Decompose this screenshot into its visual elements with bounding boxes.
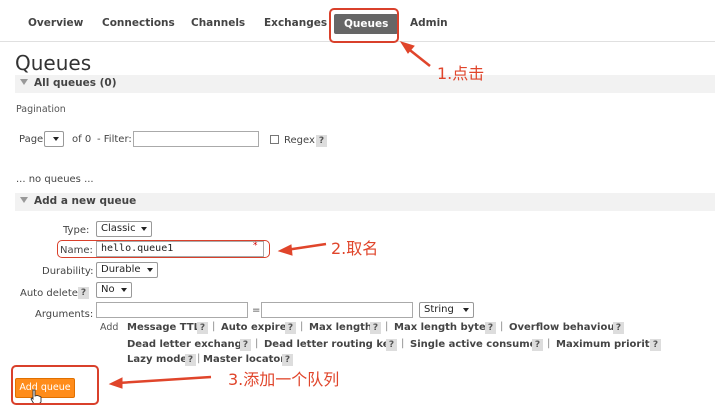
annotation-step1: 1.点击: [437, 64, 485, 83]
annotation-step2: 2.取名: [331, 239, 379, 258]
arrow-3-head: [108, 377, 123, 389]
arrow-2-head: [277, 244, 293, 256]
annotation-step3: 3.添加一个队列: [228, 370, 340, 389]
arrow-2-line: [285, 242, 327, 252]
arrow-3-line: [117, 375, 212, 385]
annotation-arrows: [108, 41, 431, 389]
